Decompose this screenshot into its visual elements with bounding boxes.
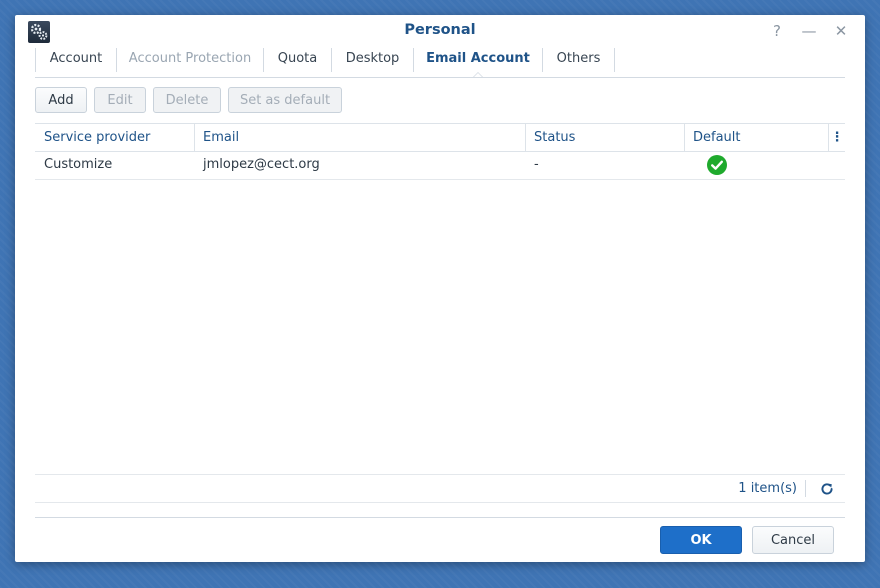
column-header-default[interactable]: Default [684,124,828,151]
ok-button[interactable]: OK [660,526,742,554]
grid-header: Service provider Email Status Default ⋮ [35,123,845,152]
tab-account[interactable]: Account [36,47,116,71]
column-header-status[interactable]: Status [525,124,684,151]
minimize-icon[interactable]: — [800,22,818,40]
table-row[interactable]: Customize jmlopez@cect.org - [35,151,845,180]
column-header-email[interactable]: Email [194,124,525,151]
close-icon[interactable]: ✕ [832,22,850,40]
cancel-button[interactable]: Cancel [752,526,834,554]
cell-email: jmlopez@cect.org [203,157,320,172]
tab-bar: Account Account Protection Quota Desktop… [35,47,845,78]
tab-email-account[interactable]: Email Account [414,47,542,71]
column-options-icon[interactable]: ⋮ [829,124,845,151]
add-button[interactable]: Add [35,87,87,113]
set-as-default-button[interactable]: Set as default [228,87,342,113]
tab-quota[interactable]: Quota [264,47,331,71]
column-header-service-provider[interactable]: Service provider [35,124,194,151]
dialog-title: Personal [404,22,476,38]
item-count: 1 item(s) [738,481,797,496]
delete-button[interactable]: Delete [153,87,221,113]
edit-button[interactable]: Edit [94,87,146,113]
refresh-icon[interactable] [819,481,835,497]
tab-desktop[interactable]: Desktop [332,47,413,71]
personal-dialog: Personal ? — ✕ Account Account Protectio… [15,15,865,562]
tab-divider [614,48,615,72]
default-check-icon [707,155,727,175]
title-bar[interactable]: Personal ? — ✕ [15,15,865,47]
button-area-divider [35,517,845,518]
email-account-grid: Service provider Email Status Default ⋮ … [35,123,845,502]
cell-service-provider: Customize [44,157,113,172]
help-icon[interactable]: ? [768,22,786,40]
footer-divider [805,480,806,497]
grid-footer: 1 item(s) [35,474,845,503]
cell-status: - [534,157,539,172]
tab-others[interactable]: Others [543,47,614,71]
active-tab-indicator [473,72,483,77]
tab-account-protection[interactable]: Account Protection [117,47,263,71]
